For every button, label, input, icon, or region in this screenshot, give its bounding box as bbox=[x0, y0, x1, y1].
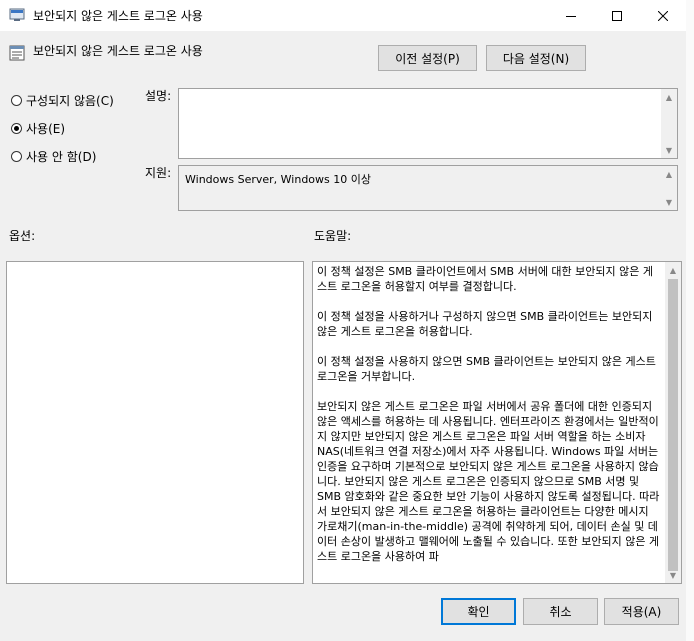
supported-on-box: Windows Server, Windows 10 이상 ▲ ▼ bbox=[178, 165, 678, 211]
radio-disabled[interactable]: 사용 안 함(D) bbox=[11, 148, 96, 165]
comment-scrollbar[interactable]: ▲ ▼ bbox=[661, 89, 677, 158]
comment-textarea[interactable]: ▲ ▼ bbox=[178, 88, 678, 159]
options-pane bbox=[6, 261, 304, 584]
radio-label: 사용 안 함(D) bbox=[26, 150, 97, 164]
cancel-button[interactable]: 취소 bbox=[523, 598, 598, 625]
policy-icon bbox=[9, 8, 25, 21]
apply-button[interactable]: 적용(A) bbox=[604, 598, 679, 625]
help-paragraph: 이 정책 설정은 SMB 클라이언트에서 SMB 서버에 대한 보안되지 않은 … bbox=[317, 265, 654, 293]
close-icon bbox=[658, 10, 668, 21]
help-paragraph: 이 정책 설정을 사용하거나 구성하지 않으면 SMB 클라이언트는 보안되지 … bbox=[317, 310, 653, 338]
radio-button[interactable] bbox=[11, 95, 22, 106]
supported-label: 지원: bbox=[145, 166, 172, 180]
maximize-icon bbox=[612, 10, 622, 21]
previous-setting-button[interactable]: 이전 설정(P) bbox=[378, 45, 477, 71]
scroll-up-icon[interactable]: ▲ bbox=[661, 89, 677, 105]
help-scrollbar[interactable]: ▲ ▼ bbox=[665, 262, 681, 583]
scroll-up-icon[interactable]: ▲ bbox=[665, 262, 681, 278]
setting-title: 보안되지 않은 게스트 로그온 사용 bbox=[33, 44, 203, 58]
scroll-down-icon[interactable]: ▼ bbox=[661, 142, 677, 158]
help-paragraph: 이 정책 설정을 사용하지 않으면 SMB 클라이언트는 보안되지 않은 게스트… bbox=[317, 355, 656, 383]
help-paragraph: 보안되지 않은 게스트 로그온은 파일 서버에서 공유 폴더에 대한 인증되지 … bbox=[317, 400, 660, 563]
background-window-edge bbox=[686, 0, 694, 641]
help-text: 이 정책 설정은 SMB 클라이언트에서 SMB 서버에 대한 보안되지 않은 … bbox=[317, 264, 661, 579]
radio-label: 사용(E) bbox=[26, 122, 66, 136]
options-label: 옵션: bbox=[9, 229, 36, 243]
setting-icon bbox=[9, 45, 25, 61]
supported-scrollbar[interactable]: ▲ ▼ bbox=[661, 166, 677, 210]
maximize-button[interactable] bbox=[594, 0, 640, 31]
radio-button[interactable] bbox=[11, 123, 22, 134]
supported-value: Windows Server, Windows 10 이상 bbox=[185, 173, 371, 186]
comment-label: 설명: bbox=[145, 89, 172, 103]
minimize-icon bbox=[566, 15, 576, 17]
radio-button[interactable] bbox=[11, 151, 22, 162]
radio-enabled[interactable]: 사용(E) bbox=[11, 120, 65, 137]
minimize-button[interactable] bbox=[548, 0, 594, 31]
close-button[interactable] bbox=[640, 0, 686, 31]
scroll-thumb[interactable] bbox=[668, 279, 678, 571]
scroll-up-icon[interactable]: ▲ bbox=[661, 166, 677, 182]
help-label: 도움말: bbox=[314, 229, 352, 243]
title-bar: 보안되지 않은 게스트 로그온 사용 bbox=[0, 0, 686, 31]
window-title: 보안되지 않은 게스트 로그온 사용 bbox=[33, 9, 203, 23]
dialog-window: 보안되지 않은 게스트 로그온 사용 보안되지 않은 게스트 로그온 사용 이전… bbox=[0, 0, 687, 641]
scroll-down-icon[interactable]: ▼ bbox=[661, 194, 677, 210]
ok-button[interactable]: 확인 bbox=[441, 598, 516, 625]
radio-label: 구성되지 않음(C) bbox=[26, 94, 114, 108]
next-setting-button[interactable]: 다음 설정(N) bbox=[486, 45, 586, 71]
scroll-down-icon[interactable]: ▼ bbox=[665, 567, 681, 583]
help-pane: 이 정책 설정은 SMB 클라이언트에서 SMB 서버에 대한 보안되지 않은 … bbox=[312, 261, 682, 584]
radio-not-configured[interactable]: 구성되지 않음(C) bbox=[11, 92, 114, 109]
